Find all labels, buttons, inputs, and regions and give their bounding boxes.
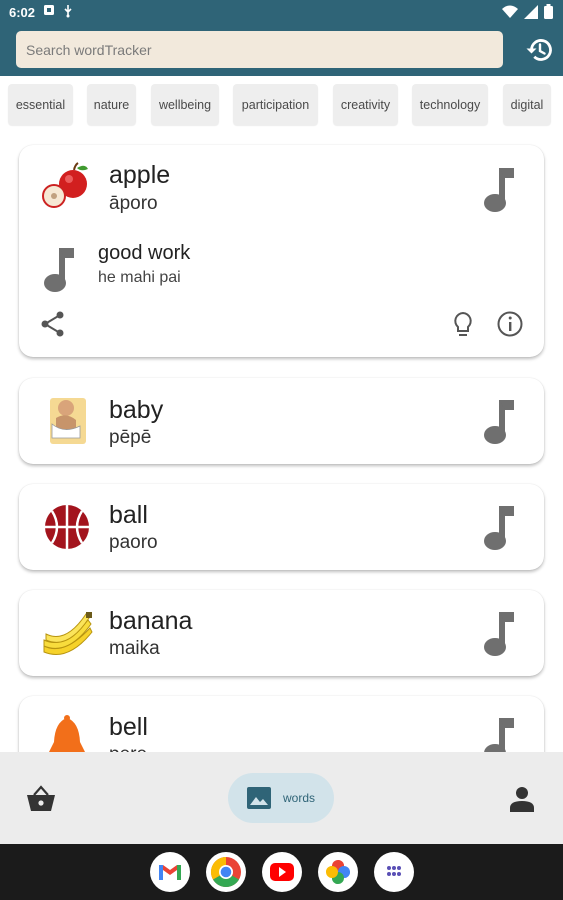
word-mi: maika: [109, 638, 160, 659]
baby-image: [50, 398, 86, 444]
chip-creativity[interactable]: creativity: [333, 84, 398, 125]
play-audio-icon[interactable]: [480, 609, 516, 659]
word-en: baby: [109, 396, 164, 424]
play-audio-icon[interactable]: [480, 503, 516, 553]
nav-words-tab[interactable]: words: [228, 773, 334, 823]
history-icon: [526, 39, 552, 61]
nav-words-label: words: [283, 791, 316, 805]
play-audio-icon[interactable]: [480, 397, 516, 447]
chip-wellbeing[interactable]: wellbeing: [151, 84, 219, 125]
status-bar: 6:02: [0, 0, 563, 24]
search-input[interactable]: Search wordTracker: [16, 31, 503, 68]
word-en: ball: [109, 501, 148, 529]
word-en: apple: [109, 161, 171, 189]
play-audio-icon[interactable]: [480, 165, 516, 215]
ball-image: [45, 505, 89, 549]
battery-icon: [544, 4, 553, 19]
status-time: 6:02: [9, 5, 36, 20]
apple-image: [42, 162, 88, 208]
lightbulb-icon[interactable]: [449, 310, 477, 338]
notification-icon: [44, 5, 54, 15]
share-icon[interactable]: [39, 310, 67, 338]
app-bar: Search wordTracker: [0, 24, 563, 76]
history-button[interactable]: [523, 34, 555, 66]
word-card[interactable]: banana maika: [19, 590, 544, 676]
phrase-mi: he mahi pai: [98, 269, 181, 286]
play-phrase-audio-icon[interactable]: [40, 245, 76, 295]
usb-icon: [64, 5, 72, 18]
chip-participation[interactable]: participation: [233, 84, 318, 125]
gmail-app-icon[interactable]: [150, 852, 190, 892]
app-drawer-icon[interactable]: [374, 852, 414, 892]
word-card[interactable]: ball paoro: [19, 484, 544, 570]
chip-digital[interactable]: digital: [503, 84, 551, 125]
chip-essential[interactable]: essential: [8, 84, 73, 125]
signal-icon: [524, 4, 538, 19]
youtube-app-icon[interactable]: [262, 852, 302, 892]
account-icon[interactable]: [510, 786, 534, 812]
chip-nature[interactable]: nature: [87, 84, 136, 125]
word-mi: āporo: [109, 193, 158, 214]
banana-image: [43, 612, 93, 655]
image-icon: [247, 787, 271, 809]
word-en: bell: [109, 713, 148, 741]
chrome-app-icon[interactable]: [206, 852, 246, 892]
word-mi: paoro: [109, 532, 158, 553]
word-mi: pēpē: [109, 427, 152, 448]
category-chips: essential nature wellbeing participation…: [0, 84, 563, 126]
photos-app-icon[interactable]: [318, 852, 358, 892]
wifi-icon: [502, 5, 518, 18]
chip-technology[interactable]: technology: [412, 84, 488, 125]
word-en: banana: [109, 607, 193, 635]
system-dock: [0, 844, 563, 900]
word-card[interactable]: baby pēpē: [19, 378, 544, 464]
word-card-expanded[interactable]: apple āporo good work he mahi pai: [19, 145, 544, 357]
phrase-en: good work: [98, 242, 191, 264]
bottom-nav: words: [0, 752, 563, 844]
info-icon[interactable]: [496, 310, 524, 338]
basket-icon[interactable]: [25, 785, 57, 813]
